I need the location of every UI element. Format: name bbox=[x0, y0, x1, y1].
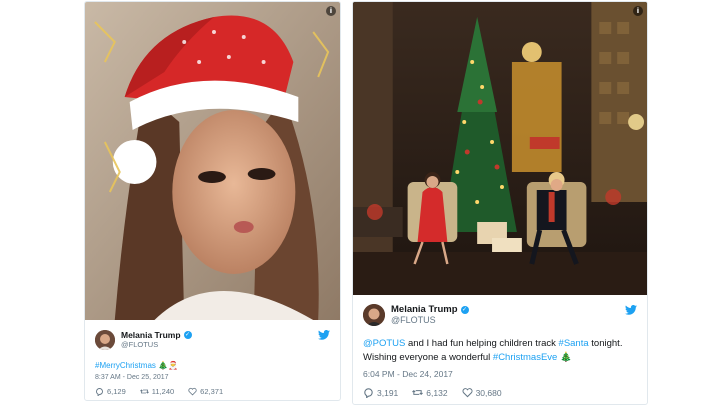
like-count: 62,371 bbox=[200, 387, 224, 396]
reply-button[interactable]: 3,191 bbox=[363, 387, 398, 398]
tweet-body: Melania Trump ✓ @FLOTUS @POTUS and I had… bbox=[353, 295, 647, 398]
avatar[interactable] bbox=[95, 330, 115, 350]
like-button[interactable]: 62,371 bbox=[188, 387, 223, 396]
tweet-timestamp[interactable]: 6:04 PM - Dec 24, 2017 bbox=[363, 369, 637, 379]
retweet-count: 11,240 bbox=[151, 387, 175, 396]
reply-button[interactable]: 6,129 bbox=[95, 387, 126, 396]
tweet-text-part-1: and I had fun helping children track bbox=[405, 338, 559, 349]
verified-badge-icon: ✓ bbox=[460, 306, 469, 314]
reply-icon bbox=[364, 388, 373, 398]
twitter-bird-icon[interactable] bbox=[625, 305, 637, 315]
tweet-photo-christmas[interactable]: i bbox=[353, 2, 647, 295]
author-handle[interactable]: @FLOTUS bbox=[121, 340, 192, 350]
like-count: 30,680 bbox=[475, 387, 502, 398]
retweet-icon bbox=[139, 389, 149, 394]
like-icon bbox=[462, 388, 473, 398]
retweet-count: 6,132 bbox=[426, 387, 448, 398]
tweet-emoji: 🎄🎅 bbox=[158, 361, 179, 370]
hashtag-link[interactable]: #MerryChristmas bbox=[95, 361, 156, 370]
hashtag-link-christmaseve[interactable]: #ChristmasEve bbox=[493, 352, 557, 363]
mention-link[interactable]: @POTUS bbox=[363, 338, 405, 349]
retweet-icon bbox=[412, 389, 424, 396]
reply-count: 6,129 bbox=[107, 387, 126, 396]
retweet-button[interactable]: 11,240 bbox=[139, 387, 175, 396]
tweet-photo-selfie[interactable]: i bbox=[85, 2, 340, 320]
avatar[interactable] bbox=[363, 304, 385, 326]
like-button[interactable]: 30,680 bbox=[462, 387, 502, 398]
tweet-emoji: 🎄 bbox=[557, 352, 572, 363]
tweet-card-2[interactable]: i Melania Trump ✓ @FLOTUS @POTUS and I h… bbox=[352, 1, 648, 405]
christmas-room-image bbox=[353, 2, 647, 295]
twitter-bird-icon[interactable] bbox=[318, 330, 330, 340]
author-name[interactable]: Melania Trump bbox=[121, 330, 181, 340]
author-name[interactable]: Melania Trump bbox=[391, 305, 458, 315]
tweet-card-1[interactable]: i Melania Trump ✓ @FLOTUS #MerryChristma… bbox=[84, 1, 341, 401]
reply-count: 3,191 bbox=[377, 387, 399, 398]
selfie-image bbox=[85, 2, 340, 320]
retweet-button[interactable]: 6,132 bbox=[412, 387, 448, 398]
reply-icon bbox=[96, 388, 103, 396]
tweet-timestamp[interactable]: 8:37 AM - Dec 25, 2017 bbox=[95, 374, 330, 381]
tweet-text: @POTUS and I had fun helping children tr… bbox=[363, 337, 637, 365]
tweet-header: Melania Trump ✓ @FLOTUS bbox=[363, 303, 637, 327]
tweet-actions: 3,191 6,132 30,680 bbox=[363, 387, 637, 398]
like-icon bbox=[188, 387, 197, 396]
tweet-body: Melania Trump ✓ @FLOTUS #MerryChristmas … bbox=[85, 320, 340, 396]
tweet-actions: 6,129 11,240 62,371 bbox=[95, 387, 330, 396]
hashtag-link-santa[interactable]: #Santa bbox=[559, 338, 589, 349]
info-icon[interactable]: i bbox=[326, 6, 336, 16]
tweet-text: #MerryChristmas 🎄🎅 bbox=[95, 360, 330, 372]
author-handle[interactable]: @FLOTUS bbox=[391, 315, 469, 325]
verified-badge-icon: ✓ bbox=[183, 331, 192, 339]
tweet-header: Melania Trump ✓ @FLOTUS bbox=[95, 328, 330, 352]
info-icon[interactable]: i bbox=[633, 6, 643, 16]
